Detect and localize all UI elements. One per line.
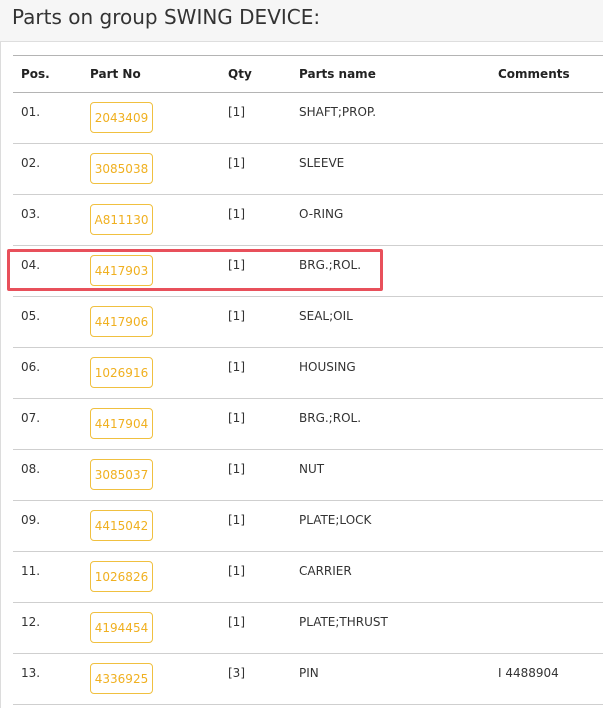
- table-row: 07. 4417904 [1] BRG.;ROL.: [13, 399, 603, 450]
- row-parts-name: BRG.;ROL.: [299, 411, 362, 425]
- part-number-button[interactable]: 3085038: [90, 153, 153, 184]
- row-qty: [1]: [228, 513, 245, 527]
- row-parts-name: PIN: [299, 666, 319, 680]
- header-comments: Comments: [498, 67, 570, 81]
- part-number-button[interactable]: 4417906: [90, 306, 153, 337]
- row-pos: 01.: [21, 105, 41, 119]
- header-parts-name: Parts name: [299, 67, 376, 81]
- row-parts-name: PLATE;THRUST: [299, 615, 388, 629]
- row-qty: [1]: [228, 462, 245, 476]
- part-number-button[interactable]: 3085037: [90, 459, 153, 490]
- row-parts-name: SHAFT;PROP.: [299, 105, 377, 119]
- row-comments: I 4488904: [498, 666, 559, 680]
- table-row: 11. 1026826 [1] CARRIER: [13, 552, 603, 603]
- row-qty: [1]: [228, 156, 245, 170]
- row-parts-name: CARRIER: [299, 564, 352, 578]
- page-header: Parts on group SWING DEVICE:: [0, 0, 603, 42]
- part-number-button[interactable]: 4415042: [90, 510, 153, 541]
- left-divider: [0, 42, 1, 708]
- row-parts-name: O-RING: [299, 207, 344, 221]
- row-pos: 13.: [21, 666, 41, 680]
- row-parts-name: BRG.;ROL.: [299, 258, 362, 272]
- part-number-button[interactable]: 4194454: [90, 612, 153, 643]
- row-parts-name: SLEEVE: [299, 156, 345, 170]
- row-pos: 05.: [21, 309, 41, 323]
- part-number-button[interactable]: 4336925: [90, 663, 153, 694]
- row-pos: 11.: [21, 564, 41, 578]
- row-qty: [1]: [228, 105, 245, 119]
- row-pos: 08.: [21, 462, 41, 476]
- header-qty: Qty: [228, 67, 252, 81]
- table-row: 12. 4194454 [1] PLATE;THRUST: [13, 603, 603, 654]
- row-qty: [1]: [228, 564, 245, 578]
- table-row: 04. 4417903 [1] BRG.;ROL.: [13, 246, 603, 297]
- table-row: 09. 4415042 [1] PLATE;LOCK: [13, 501, 603, 552]
- table-header: Pos. Part No Qty Parts name Comments: [13, 55, 603, 93]
- part-number-button[interactable]: 1026826: [90, 561, 153, 592]
- row-pos: 02.: [21, 156, 41, 170]
- table-row: 05. 4417906 [1] SEAL;OIL: [13, 297, 603, 348]
- parts-table: Pos. Part No Qty Parts name Comments 01.…: [13, 55, 603, 705]
- table-row: 01. 2043409 [1] SHAFT;PROP.: [13, 93, 603, 144]
- table-row: 08. 3085037 [1] NUT: [13, 450, 603, 501]
- table-row: 06. 1026916 [1] HOUSING: [13, 348, 603, 399]
- row-parts-name: SEAL;OIL: [299, 309, 353, 323]
- header-pos: Pos.: [21, 67, 50, 81]
- part-number-button[interactable]: 2043409: [90, 102, 153, 133]
- row-qty: [1]: [228, 360, 245, 374]
- part-number-button[interactable]: 4417903: [90, 255, 153, 286]
- row-qty: [1]: [228, 615, 245, 629]
- row-qty: [3]: [228, 666, 245, 680]
- row-qty: [1]: [228, 207, 245, 221]
- table-row: 13. 4336925 [3] PIN I 4488904: [13, 654, 603, 705]
- row-parts-name: PLATE;LOCK: [299, 513, 372, 527]
- row-pos: 03.: [21, 207, 41, 221]
- part-number-button[interactable]: 1026916: [90, 357, 153, 388]
- row-pos: 06.: [21, 360, 41, 374]
- part-number-button[interactable]: 4417904: [90, 408, 153, 439]
- header-part-no: Part No: [90, 67, 141, 81]
- row-parts-name: NUT: [299, 462, 325, 476]
- table-row: 03. A811130 [1] O-RING: [13, 195, 603, 246]
- row-qty: [1]: [228, 258, 245, 272]
- part-number-button[interactable]: A811130: [90, 204, 153, 235]
- row-parts-name: HOUSING: [299, 360, 356, 374]
- parts-page: Parts on group SWING DEVICE: Pos. Part N…: [0, 0, 603, 708]
- row-pos: 07.: [21, 411, 41, 425]
- table-body: 01. 2043409 [1] SHAFT;PROP. 02. 3085038 [1] SLE…: [13, 93, 603, 705]
- row-pos: 09.: [21, 513, 41, 527]
- row-qty: [1]: [228, 411, 245, 425]
- page-title: Parts on group SWING DEVICE:: [12, 5, 321, 29]
- table-row: 02. 3085038 [1] SLEEVE: [13, 144, 603, 195]
- row-pos: 12.: [21, 615, 41, 629]
- row-qty: [1]: [228, 309, 245, 323]
- row-pos: 04.: [21, 258, 41, 272]
